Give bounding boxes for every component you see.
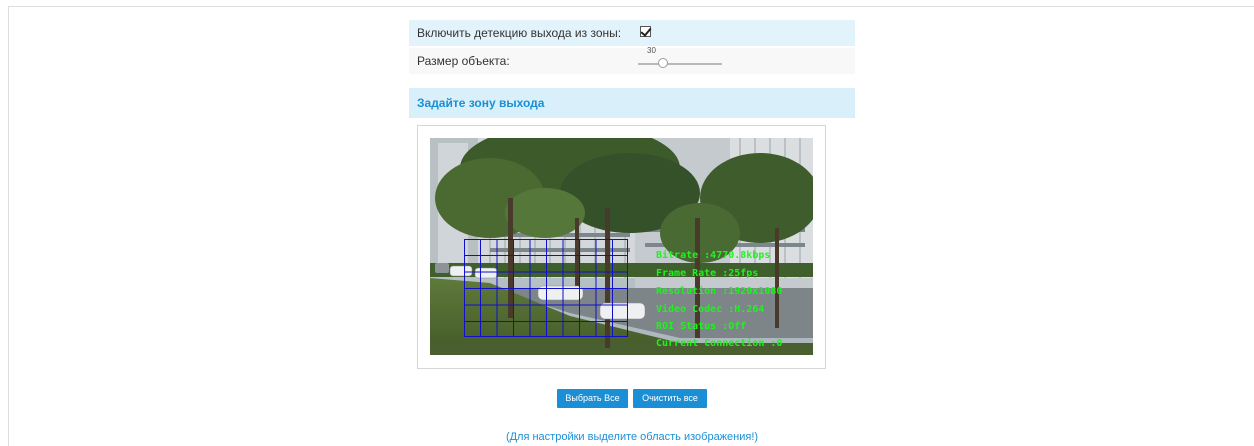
object-size-label: Размер объекта: <box>417 54 510 68</box>
object-size-slider-track[interactable] <box>638 63 722 65</box>
osd-current-connection: Current Connection :0 <box>656 338 783 349</box>
detection-zone-grid[interactable] <box>464 239 628 337</box>
checkmark-icon <box>640 25 652 37</box>
enable-exit-detection-row: Включить детекцию выхода из зоны: <box>409 20 855 46</box>
enable-exit-detection-checkbox[interactable] <box>640 25 652 37</box>
object-size-row: Размер объекта: 30 <box>409 46 855 74</box>
osd-frame-rate: Frame Rate :25fps <box>656 268 759 279</box>
osd-resolution: Resolution :1920x1080 <box>656 286 783 297</box>
zone-section-header: Задайте зону выхода <box>409 88 855 118</box>
osd-bitrate: Bitrate :4770.8kbps <box>656 250 771 261</box>
osd-roi-status: ROI Status :Off <box>656 321 747 332</box>
object-size-slider-handle[interactable] <box>658 58 669 68</box>
zone-section-title: Задайте зону выхода <box>417 96 545 110</box>
select-all-button[interactable]: Выбрать Все <box>557 389 628 408</box>
clear-all-button[interactable]: Очистить все <box>633 389 707 408</box>
video-preview[interactable]: Bitrate :4770.8kbps Frame Rate :25fps Re… <box>430 138 813 355</box>
setup-hint: (Для настройки выделите область изображе… <box>505 431 759 443</box>
enable-exit-detection-label: Включить детекцию выхода из зоны: <box>417 26 622 40</box>
osd-video-codec: Video Codec :H.264 <box>656 304 765 315</box>
object-size-value: 30 <box>647 46 656 55</box>
